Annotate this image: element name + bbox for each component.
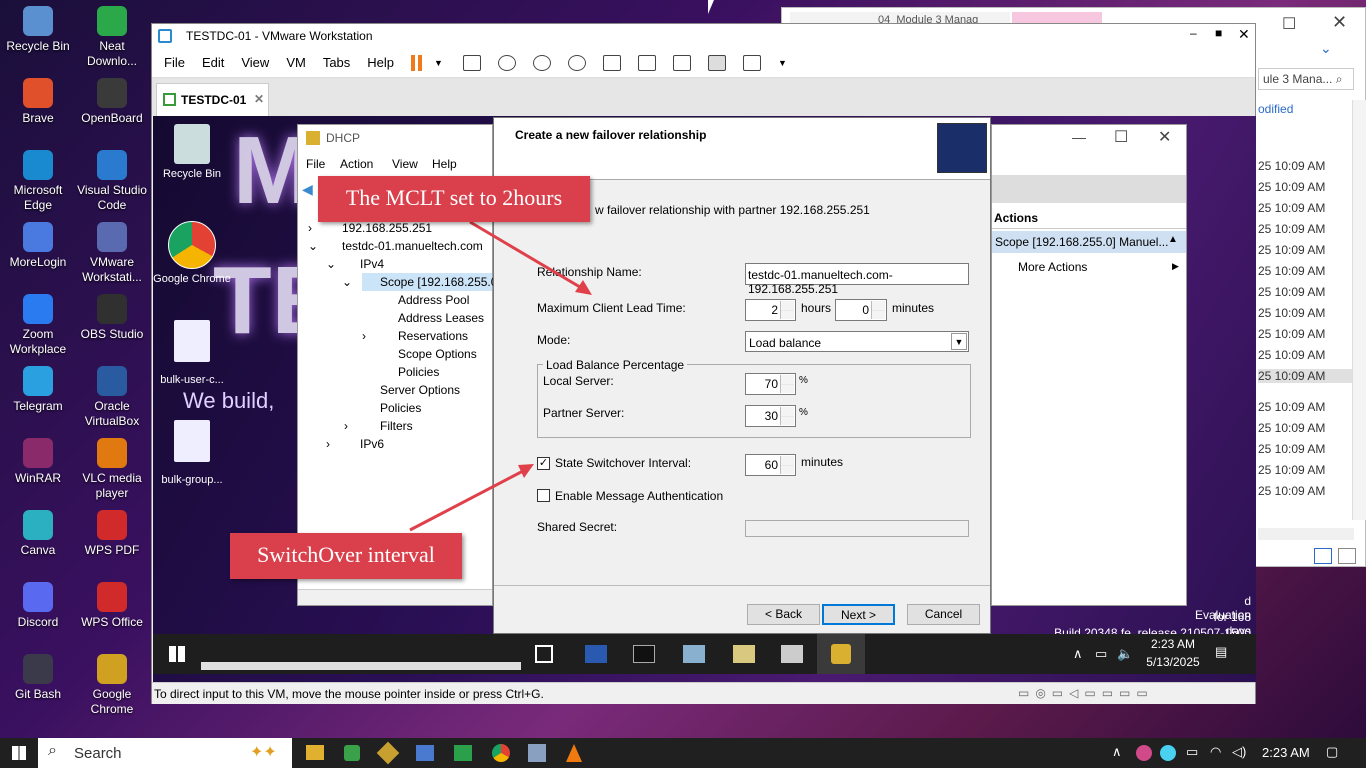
search-icon: ⌕ bbox=[48, 742, 57, 759]
battery-icon[interactable]: ▭ bbox=[1186, 744, 1198, 760]
arrow-switchover bbox=[409, 468, 526, 532]
callout-mclt: The MCLT set to 2hours bbox=[318, 176, 590, 222]
chrome-icon[interactable] bbox=[492, 744, 510, 762]
app-icon[interactable] bbox=[344, 745, 360, 761]
volume-icon[interactable]: ◁) bbox=[1232, 744, 1246, 760]
host-taskbar: ⌕ Search ✦✦ ∧ ▭ ◠ ◁) 2:23 AM ▢ bbox=[0, 738, 1366, 768]
sparkle-icon: ✦✦ bbox=[250, 744, 277, 761]
mouse-cursor-icon bbox=[708, 0, 720, 14]
app-icon[interactable] bbox=[454, 745, 472, 761]
arrowhead-mclt bbox=[575, 280, 592, 295]
start-icon[interactable] bbox=[12, 746, 26, 760]
tray-app-icon[interactable] bbox=[1136, 745, 1152, 761]
app-icon[interactable] bbox=[528, 744, 546, 762]
tray-chevron-icon[interactable]: ∧ bbox=[1112, 744, 1122, 760]
tray-app-icon[interactable] bbox=[1160, 745, 1176, 761]
file-explorer-icon[interactable] bbox=[306, 745, 324, 760]
app-icon[interactable] bbox=[376, 741, 400, 765]
vmware-taskbar-icon[interactable] bbox=[416, 745, 434, 761]
search-label: Search bbox=[74, 745, 122, 762]
callout-switchover: SwitchOver interval bbox=[230, 533, 462, 579]
host-clock[interactable]: 2:23 AM bbox=[1262, 745, 1310, 760]
vlc-icon[interactable] bbox=[566, 744, 582, 762]
wifi-icon[interactable]: ◠ bbox=[1210, 744, 1221, 760]
annotation-arrows bbox=[409, 220, 592, 532]
notification-icon[interactable]: ▢ bbox=[1326, 744, 1338, 760]
arrow-mclt bbox=[469, 220, 586, 292]
search-box[interactable]: ⌕ Search ✦✦ bbox=[38, 738, 292, 768]
